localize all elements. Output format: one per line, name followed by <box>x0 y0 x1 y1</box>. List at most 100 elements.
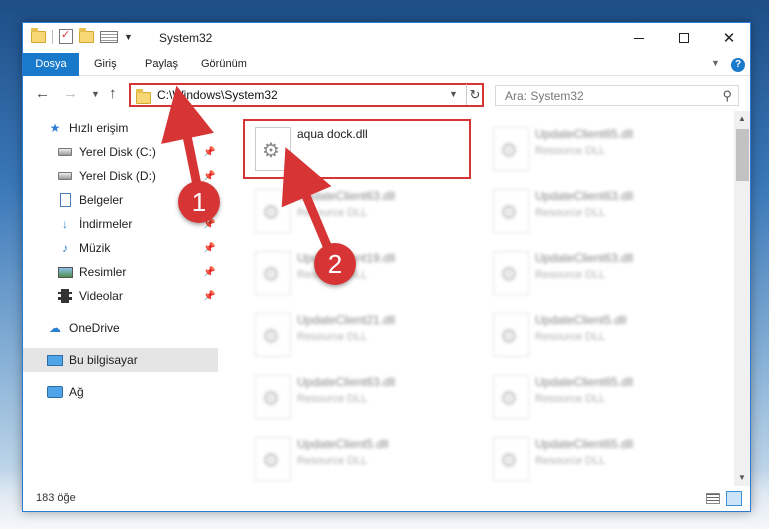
up-arrow-icon[interactable]: ↑ <box>109 85 117 102</box>
search-placeholder: Ara: System32 <box>505 89 584 103</box>
list-item[interactable]: ⚙ UpdateClient65.dll Resource DLL <box>483 121 713 181</box>
sidebar-item-network[interactable]: Ağ <box>23 380 218 404</box>
file-name: UpdateClient5.dll <box>297 437 389 451</box>
scroll-up-arrow-icon[interactable]: ▲ <box>738 114 746 123</box>
customize-toolbar-chevron-icon[interactable]: ▼ <box>124 32 133 42</box>
tab-home[interactable]: Giriş <box>94 53 117 76</box>
file-list: ⚙ aqua dock.dll ⚙ UpdateClient65.dll Res… <box>219 111 734 486</box>
gear-icon: ⚙ <box>262 388 280 410</box>
music-icon: ♪ <box>62 241 68 255</box>
callout-2: 2 <box>314 243 356 285</box>
details-view-icon[interactable] <box>706 493 720 504</box>
list-item[interactable]: ⚙ UpdateClient5.dll Resource DLL <box>245 431 475 486</box>
pin-icon[interactable]: 📌 <box>203 291 215 302</box>
dll-file-icon: ⚙ <box>493 251 529 295</box>
gear-icon: ⚙ <box>500 202 518 224</box>
address-dropdown-chevron-icon[interactable]: ▼ <box>449 89 458 99</box>
list-item[interactable]: ⚙ UpdateClient63.dll Resource DLL <box>483 245 713 305</box>
file-name: UpdateClient21.dll <box>297 313 396 327</box>
sidebar-item-music[interactable]: ♪ Müzik 📌 <box>23 236 218 260</box>
file-name: UpdateClient63.dll <box>535 251 634 265</box>
minimize-button[interactable] <box>616 23 662 53</box>
computer-icon <box>47 353 63 367</box>
list-item[interactable]: ⚙ UpdateClient19.dll Resource DLL <box>245 245 475 305</box>
drive-icon <box>57 169 73 183</box>
minimize-icon <box>634 37 644 39</box>
gear-icon: ⚙ <box>262 450 280 472</box>
pin-icon[interactable]: 📌 <box>203 243 215 254</box>
toolbar-divider <box>52 29 53 44</box>
search-input[interactable]: Ara: System32 ⚲ <box>495 85 739 106</box>
drive-icon <box>57 145 73 159</box>
file-type: Resource DLL <box>297 207 368 219</box>
tab-view[interactable]: Görünüm <box>201 53 247 76</box>
list-item[interactable]: ⚙ UpdateClient5.dll Resource DLL <box>483 307 713 367</box>
sidebar-item-label: Belgeler <box>79 193 124 207</box>
vertical-scrollbar[interactable]: ▲ ▼ <box>734 111 750 486</box>
folder-icon <box>136 89 151 104</box>
item-count: 183 öğe <box>36 492 76 504</box>
list-item[interactable]: ⚙ UpdateClient21.dll Resource DLL <box>245 307 475 367</box>
back-arrow-icon[interactable]: ← <box>35 85 50 102</box>
forward-arrow-icon[interactable]: → <box>63 85 78 102</box>
recent-locations-chevron-icon[interactable]: ▼ <box>91 89 100 99</box>
sidebar-item-label: Videolar <box>79 289 123 303</box>
sidebar-item-onedrive[interactable]: ☁ OneDrive <box>23 316 218 340</box>
gear-icon: ⚙ <box>262 264 280 286</box>
file-name: UpdateClient65.dll <box>535 437 634 451</box>
list-item[interactable]: ⚙ UpdateClient63.dll Resource DLL <box>483 183 713 243</box>
file-type: Resource DLL <box>535 331 606 343</box>
file-type: Resource DLL <box>535 207 606 219</box>
network-icon <box>47 385 63 399</box>
scroll-down-arrow-icon[interactable]: ▼ <box>738 473 746 482</box>
new-folder-icon[interactable] <box>79 27 94 43</box>
file-type: Resource DLL <box>297 393 368 405</box>
file-explorer-window: ▼ System32 ✕ Dosya Giriş Paylaş Görünüm … <box>22 22 751 512</box>
list-item[interactable]: ⚙ UpdateClient65.dll Resource DLL <box>483 369 713 429</box>
dll-file-icon: ⚙ <box>493 375 529 419</box>
list-item[interactable]: ⚙ UpdateClient63.dll Resource DLL <box>245 183 475 243</box>
scrollbar-thumb[interactable] <box>736 129 749 181</box>
dll-file-icon: ⚙ <box>493 437 529 481</box>
sidebar-item-label: Bu bilgisayar <box>69 353 138 367</box>
sidebar-item-local-disk-c[interactable]: Yerel Disk (C:) 📌 <box>23 140 218 164</box>
file-name: UpdateClient65.dll <box>535 375 634 389</box>
expand-ribbon-chevron-icon[interactable]: ▼ <box>711 58 720 68</box>
address-bar[interactable]: C:\Windows\System32 ▼ ↻ <box>129 83 484 107</box>
window-title: System32 <box>159 31 213 45</box>
pin-icon[interactable]: 📌 <box>203 171 215 182</box>
sidebar-item-label: Hızlı erişim <box>69 121 129 135</box>
pin-icon[interactable]: 📌 <box>203 267 215 278</box>
gear-icon: ⚙ <box>262 326 280 348</box>
downloads-icon: ↓ <box>62 217 68 231</box>
list-item[interactable]: ⚙ UpdateClient63.dll Resource DLL <box>245 369 475 429</box>
refresh-icon[interactable]: ↻ <box>466 84 483 105</box>
search-icon[interactable]: ⚲ <box>722 88 732 104</box>
properties-icon[interactable] <box>59 28 73 44</box>
close-button[interactable]: ✕ <box>706 23 750 53</box>
pin-icon[interactable]: 📌 <box>203 147 215 158</box>
tab-file[interactable]: Dosya <box>23 53 79 76</box>
navigation-bar: ← → ▼ ↑ C:\Windows\System32 ▼ ↻ Ara: Sys… <box>23 77 750 111</box>
address-path[interactable]: C:\Windows\System32 <box>157 88 278 102</box>
dll-file-icon: ⚙ <box>493 127 529 171</box>
sidebar-item-this-pc[interactable]: Bu bilgisayar <box>23 348 218 372</box>
view-options-icon[interactable] <box>100 30 118 43</box>
dll-file-icon: ⚙ <box>493 189 529 233</box>
sidebar-item-pictures[interactable]: Resimler 📌 <box>23 260 218 284</box>
gear-icon: ⚙ <box>500 450 518 472</box>
file-type: Resource DLL <box>297 331 368 343</box>
navigation-pane: ★ Hızlı erişim Yerel Disk (C:) 📌 Yerel D… <box>23 111 218 486</box>
file-name: UpdateClient63.dll <box>535 189 634 203</box>
highlight-box <box>243 119 471 179</box>
dll-file-icon: ⚙ <box>255 251 291 295</box>
tab-share[interactable]: Paylaş <box>145 53 178 76</box>
dll-file-icon: ⚙ <box>493 313 529 357</box>
help-icon[interactable]: ? <box>731 58 745 72</box>
large-icons-view-icon[interactable] <box>726 491 742 506</box>
sidebar-item-quick-access[interactable]: ★ Hızlı erişim <box>23 116 218 140</box>
sidebar-item-videos[interactable]: Videolar 📌 <box>23 284 218 308</box>
maximize-button[interactable] <box>661 23 707 53</box>
folder-icon <box>31 27 46 43</box>
list-item[interactable]: ⚙ UpdateClient65.dll Resource DLL <box>483 431 713 486</box>
